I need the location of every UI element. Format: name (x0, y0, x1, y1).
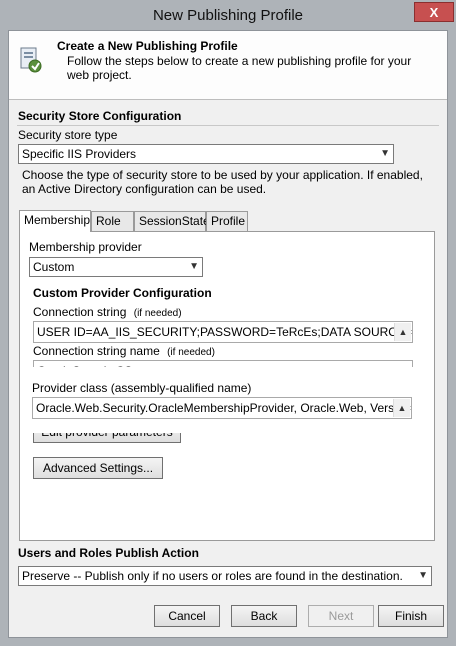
back-button[interactable]: Back (231, 605, 297, 627)
custom-provider-group-title: Custom Provider Configuration (33, 286, 212, 300)
publish-action-select[interactable]: Preserve -- Publish only if no users or … (18, 566, 432, 586)
security-store-help-text: Choose the type of security store to be … (22, 168, 423, 196)
security-store-type-select[interactable]: Specific IIS Providers ▼ (18, 144, 394, 164)
provider-class-highlight: Provider class (assembly-qualified name)… (23, 369, 423, 431)
membership-provider-value: Custom (33, 260, 75, 274)
advanced-settings-button[interactable]: Advanced Settings... (33, 457, 163, 479)
connection-string-hint: (if needed) (133, 308, 182, 319)
membership-provider-select[interactable]: Custom ▼ (29, 257, 203, 277)
connection-string-name-hint: (if needed) (167, 347, 215, 358)
dialog-header: Create a New Publishing Profile Follow t… (9, 31, 447, 100)
connection-string-name-label-text: Connection string name (33, 344, 160, 358)
connection-string-name-label: Connection string name (if needed) (33, 344, 215, 358)
header-description: Follow the steps below to create a new p… (67, 54, 412, 82)
scroll-up-icon[interactable]: ▲ (393, 399, 410, 417)
tab-profile[interactable]: Profile (206, 211, 248, 231)
window-title: New Publishing Profile (152, 7, 304, 24)
provider-class-label: Provider class (assembly-qualified name) (32, 381, 252, 395)
publish-profile-icon (19, 46, 43, 74)
connection-string-label: Connection string (if needed) (33, 305, 182, 319)
publish-action-group-title: Users and Roles Publish Action (18, 546, 199, 560)
cancel-button[interactable]: Cancel (154, 605, 220, 627)
connection-string-label-text: Connection string (33, 305, 127, 319)
provider-class-value: Oracle.Web.Security.OracleMembershipProv… (36, 401, 412, 415)
finish-button[interactable]: Finish (378, 605, 444, 627)
tab-membership[interactable]: Membership (19, 210, 91, 232)
security-store-group-title: Security Store Configuration (18, 109, 182, 123)
publish-action-value: Preserve -- Publish only if no users or … (22, 569, 403, 583)
tab-sessionstate[interactable]: SessionState (134, 211, 210, 231)
chevron-down-icon: ▼ (380, 148, 390, 159)
group-separator (17, 125, 439, 126)
tab-role[interactable]: Role (91, 211, 134, 231)
chevron-down-icon: ▼ (418, 570, 428, 581)
dialog-client-area: Create a New Publishing Profile Follow t… (8, 30, 448, 638)
close-button[interactable]: X (414, 2, 454, 22)
security-store-type-label: Security store type (18, 128, 118, 142)
membership-provider-label: Membership provider (29, 240, 142, 254)
provider-class-input[interactable]: Oracle.Web.Security.OracleMembershipProv… (32, 397, 412, 419)
chevron-down-icon: ▼ (189, 261, 199, 272)
scroll-up-icon[interactable]: ▲ (394, 323, 411, 341)
security-store-type-value: Specific IIS Providers (22, 147, 137, 161)
connection-string-value: USER ID=AA_IIS_SECURITY;PASSWORD=TeRcEs;… (37, 325, 413, 339)
header-title: Create a New Publishing Profile (57, 39, 238, 53)
connection-string-input[interactable]: USER ID=AA_IIS_SECURITY;PASSWORD=TeRcEs;… (33, 321, 413, 343)
title-bar[interactable]: New Publishing Profile X (0, 0, 456, 30)
next-button[interactable]: Next (308, 605, 374, 627)
